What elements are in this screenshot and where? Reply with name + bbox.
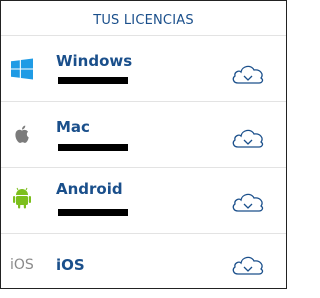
platform-row-windows[interactable]: Windows	[1, 36, 286, 100]
cloud-download-icon[interactable]	[231, 254, 265, 276]
panel-title: TUS LICENCIAS	[93, 13, 194, 28]
platform-name: Android	[56, 180, 123, 198]
platform-name: Mac	[56, 118, 90, 136]
licenses-panel: TUS LICENCIAS Windows Mac Android iOS iO…	[0, 0, 287, 289]
platform-row-android[interactable]: Android	[1, 168, 286, 232]
redacted-license-key	[58, 144, 128, 151]
platform-row-mac[interactable]: Mac	[1, 102, 286, 166]
android-icon	[13, 187, 31, 209]
ios-icon: iOS	[10, 257, 34, 273]
cloud-download-icon[interactable]	[231, 127, 265, 149]
platform-name: iOS	[56, 256, 85, 274]
platform-name: Windows	[56, 52, 133, 70]
windows-icon	[11, 58, 33, 80]
apple-icon	[15, 125, 29, 143]
redacted-license-key	[58, 77, 128, 84]
platform-row-ios[interactable]: iOS iOS	[1, 234, 286, 298]
cloud-download-icon[interactable]	[231, 63, 265, 85]
redacted-license-key	[58, 209, 128, 216]
cloud-download-icon[interactable]	[231, 191, 265, 213]
